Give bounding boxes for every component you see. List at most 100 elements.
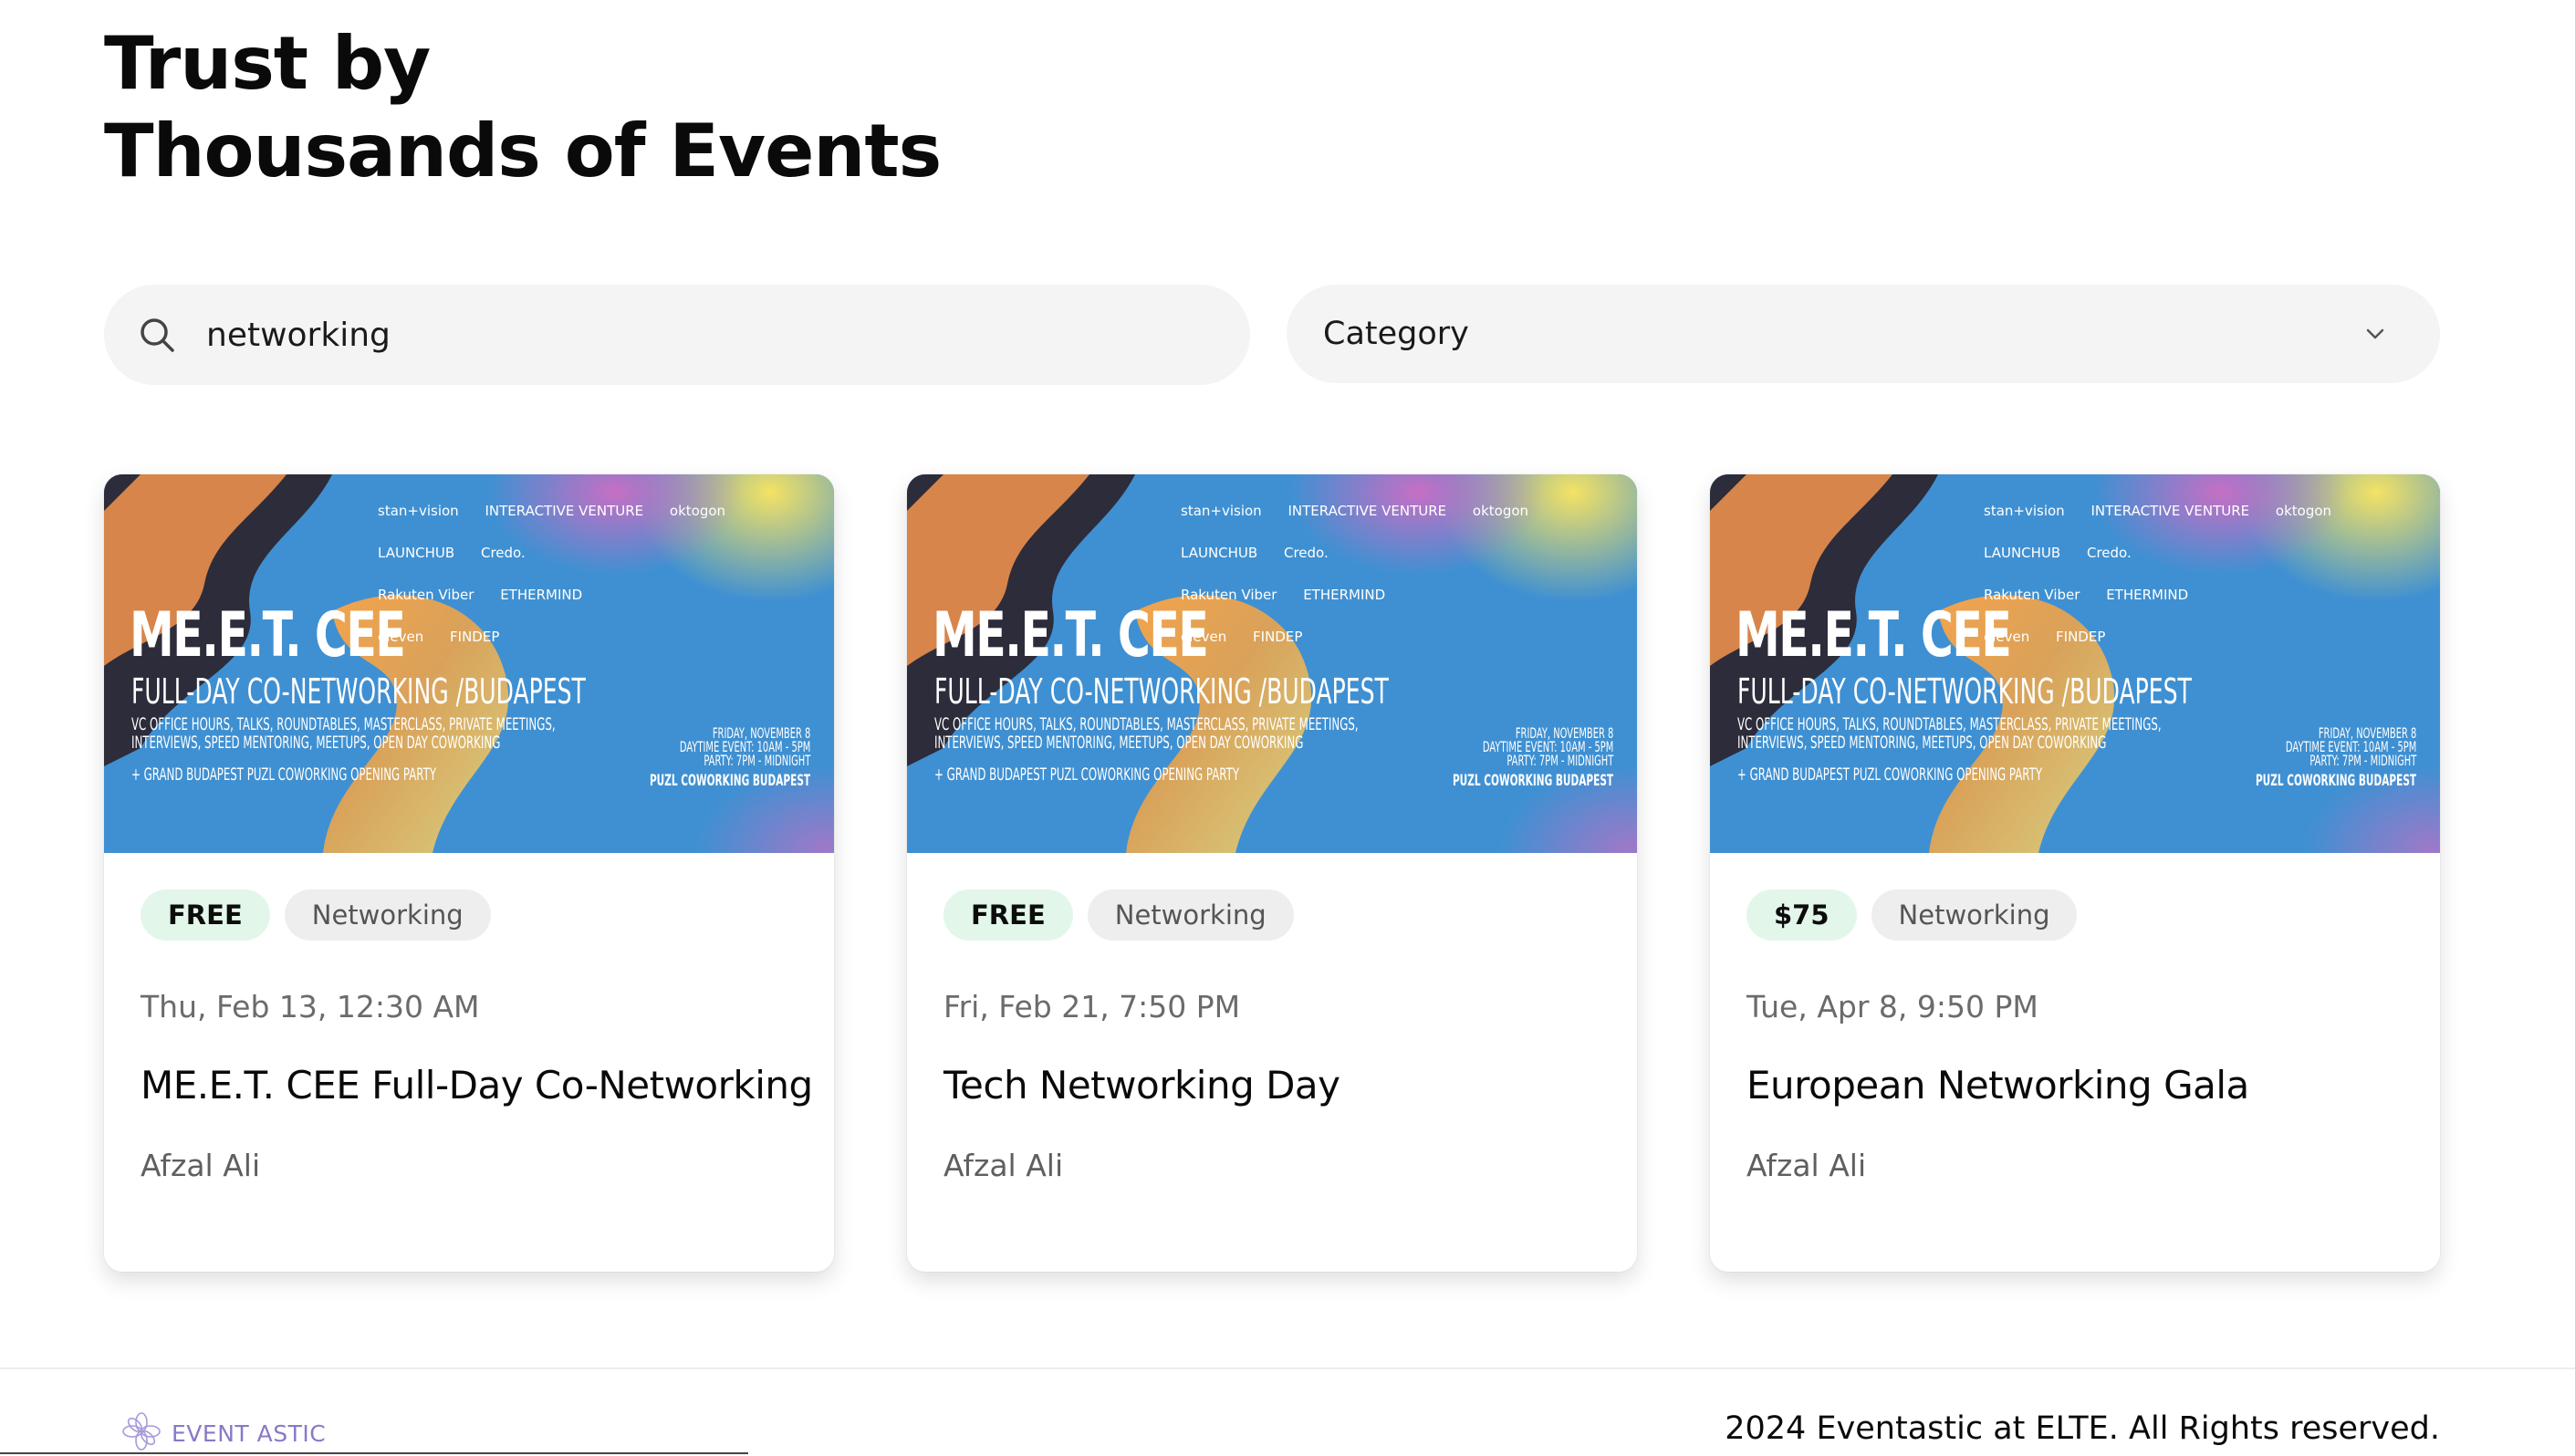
banner-venue: PUZL COWORKING BUDAPEST [2255, 772, 2416, 790]
banner-subtitle: FULL-DAY CO-NETWORKING /BUDAPEST [934, 671, 1389, 712]
banner-title: ME.E.T. CEE [130, 599, 406, 671]
banner-date: FRIDAY, NOVEMBER 8 DAYTIME EVENT: 10AM -… [2286, 726, 2416, 769]
page-title-line1: Trust by [104, 21, 431, 106]
logo-item: INTERACTIVE VENTURE [485, 503, 644, 519]
logo-row: eleven FINDEP [1984, 626, 2422, 648]
logo-item: ETHERMIND [1303, 587, 1386, 603]
logo-item: Credo. [1283, 545, 1329, 561]
chevron-down-icon [2361, 320, 2389, 348]
logo-row: eleven FINDEP [1181, 626, 1619, 648]
banner-party: + GRAND BUDAPEST PUZL COWORKING OPENING … [934, 764, 1240, 785]
sponsor-logos: stan+vision INTERACTIVE VENTURE oktogon … [1181, 500, 1619, 668]
banner-description-line: VC OFFICE HOURS, TALKS, ROUNDTABLES, MAS… [934, 714, 1359, 734]
logo-row: stan+vision INTERACTIVE VENTURE oktogon [1984, 500, 2422, 522]
footer-copyright: 2024 Eventastic at ELTE. All Rights rese… [1725, 1410, 2440, 1447]
banner-description-line: VC OFFICE HOURS, TALKS, ROUNDTABLES, MAS… [1737, 714, 2162, 734]
event-card[interactable]: stan+vision INTERACTIVE VENTURE oktogon … [1710, 474, 2440, 1272]
search-bar[interactable] [104, 285, 1250, 385]
logo-item: stan+vision [378, 503, 459, 519]
banner-party: + GRAND BUDAPEST PUZL COWORKING OPENING … [131, 764, 437, 785]
logo-item: stan+vision [1984, 503, 2065, 519]
event-title[interactable]: Tech Networking Day [943, 1063, 1340, 1108]
footer-divider [0, 1368, 2575, 1369]
logo-item: stan+vision [1181, 503, 1262, 519]
event-tags: FREE Networking [943, 889, 1294, 941]
event-date: Fri, Feb 21, 7:50 PM [943, 989, 1241, 1024]
banner-title: ME.E.T. CEE [1736, 599, 2012, 671]
logo-item: FINDEP [450, 629, 500, 645]
event-host: Afzal Ali [1746, 1148, 1867, 1183]
search-icon [137, 315, 177, 355]
footer-underline [0, 1452, 748, 1454]
category-dropdown[interactable]: Category [1287, 285, 2440, 383]
event-title[interactable]: European Networking Gala [1746, 1063, 2249, 1108]
banner-venue: PUZL COWORKING BUDAPEST [649, 772, 810, 790]
event-card[interactable]: stan+vision INTERACTIVE VENTURE oktogon … [104, 474, 834, 1272]
logo-row: LAUNCHUB Credo. [378, 542, 816, 564]
event-title[interactable]: ME.E.T. CEE Full-Day Co-Networking [141, 1063, 813, 1108]
logo-item: LAUNCHUB [378, 545, 455, 561]
banner-date-line: PARTY: 7PM - MIDNIGHT [703, 752, 810, 769]
banner-description: VC OFFICE HOURS, TALKS, ROUNDTABLES, MAS… [1737, 715, 2162, 752]
event-tags: $75 Networking [1746, 889, 2078, 941]
banner-description: VC OFFICE HOURS, TALKS, ROUNDTABLES, MAS… [934, 715, 1359, 752]
event-banner-image: stan+vision INTERACTIVE VENTURE oktogon … [1710, 474, 2440, 853]
logo-row: LAUNCHUB Credo. [1984, 542, 2422, 564]
search-input[interactable] [204, 315, 1121, 355]
banner-description-line: INTERVIEWS, SPEED MENTORING, MEETUPS, OP… [131, 733, 501, 753]
banner-subtitle: FULL-DAY CO-NETWORKING /BUDAPEST [131, 671, 586, 712]
logo-item: INTERACTIVE VENTURE [2090, 503, 2250, 519]
banner-date-line: PARTY: 7PM - MIDNIGHT [2309, 752, 2416, 769]
event-date: Thu, Feb 13, 12:30 AM [141, 989, 480, 1024]
banner-description: VC OFFICE HOURS, TALKS, ROUNDTABLES, MAS… [131, 715, 556, 752]
price-badge: FREE [141, 889, 270, 941]
category-badge: Networking [1871, 889, 2078, 941]
logo-item: ETHERMIND [2106, 587, 2189, 603]
banner-date-line: PARTY: 7PM - MIDNIGHT [1506, 752, 1613, 769]
logo-row: Rakuten Viber ETHERMIND [1181, 584, 1619, 606]
category-badge: Networking [1087, 889, 1294, 941]
sponsor-logos: stan+vision INTERACTIVE VENTURE oktogon … [378, 500, 816, 668]
logo-item: Credo. [480, 545, 526, 561]
logo-item: oktogon [2275, 503, 2332, 519]
logo-row: Rakuten Viber ETHERMIND [378, 584, 816, 606]
banner-description-line: INTERVIEWS, SPEED MENTORING, MEETUPS, OP… [1737, 733, 2107, 753]
banner-description-line: INTERVIEWS, SPEED MENTORING, MEETUPS, OP… [934, 733, 1304, 753]
page-title: Trust by Thousands of Events [104, 20, 942, 195]
logo-item: LAUNCHUB [1181, 545, 1258, 561]
logo-item: INTERACTIVE VENTURE [1288, 503, 1447, 519]
banner-date: FRIDAY, NOVEMBER 8 DAYTIME EVENT: 10AM -… [1483, 726, 1613, 769]
logo-item: oktogon [669, 503, 726, 519]
footer-logo[interactable]: EVENT ASTIC [120, 1410, 326, 1456]
banner-title: ME.E.T. CEE [933, 599, 1209, 671]
category-badge: Networking [284, 889, 491, 941]
logo-item: FINDEP [1253, 629, 1303, 645]
banner-venue: PUZL COWORKING BUDAPEST [1452, 772, 1613, 790]
event-date: Tue, Apr 8, 9:50 PM [1746, 989, 2038, 1024]
page-title-line2: Thousands of Events [104, 109, 942, 193]
event-tags: FREE Networking [141, 889, 491, 941]
footer-brand: EVENT ASTIC [172, 1420, 327, 1447]
banner-party: + GRAND BUDAPEST PUZL COWORKING OPENING … [1737, 764, 2043, 785]
logo-row: stan+vision INTERACTIVE VENTURE oktogon [1181, 500, 1619, 522]
event-banner-image: stan+vision INTERACTIVE VENTURE oktogon … [907, 474, 1637, 853]
banner-subtitle: FULL-DAY CO-NETWORKING /BUDAPEST [1737, 671, 2192, 712]
logo-row: stan+vision INTERACTIVE VENTURE oktogon [378, 500, 816, 522]
logo-item: LAUNCHUB [1984, 545, 2061, 561]
banner-description-line: VC OFFICE HOURS, TALKS, ROUNDTABLES, MAS… [131, 714, 556, 734]
price-badge: FREE [943, 889, 1073, 941]
logo-item: Credo. [2086, 545, 2132, 561]
logo-row: eleven FINDEP [378, 626, 816, 648]
logo-item: ETHERMIND [500, 587, 583, 603]
logo-item: FINDEP [2056, 629, 2106, 645]
category-dropdown-label: Category [1323, 316, 1469, 352]
logo-row: LAUNCHUB Credo. [1181, 542, 1619, 564]
sponsor-logos: stan+vision INTERACTIVE VENTURE oktogon … [1984, 500, 2422, 668]
event-host: Afzal Ali [943, 1148, 1064, 1183]
event-banner-image: stan+vision INTERACTIVE VENTURE oktogon … [104, 474, 834, 853]
logo-item: oktogon [1472, 503, 1529, 519]
event-host: Afzal Ali [141, 1148, 261, 1183]
flower-logo-icon [120, 1410, 162, 1456]
logo-row: Rakuten Viber ETHERMIND [1984, 584, 2422, 606]
event-card[interactable]: stan+vision INTERACTIVE VENTURE oktogon … [907, 474, 1637, 1272]
